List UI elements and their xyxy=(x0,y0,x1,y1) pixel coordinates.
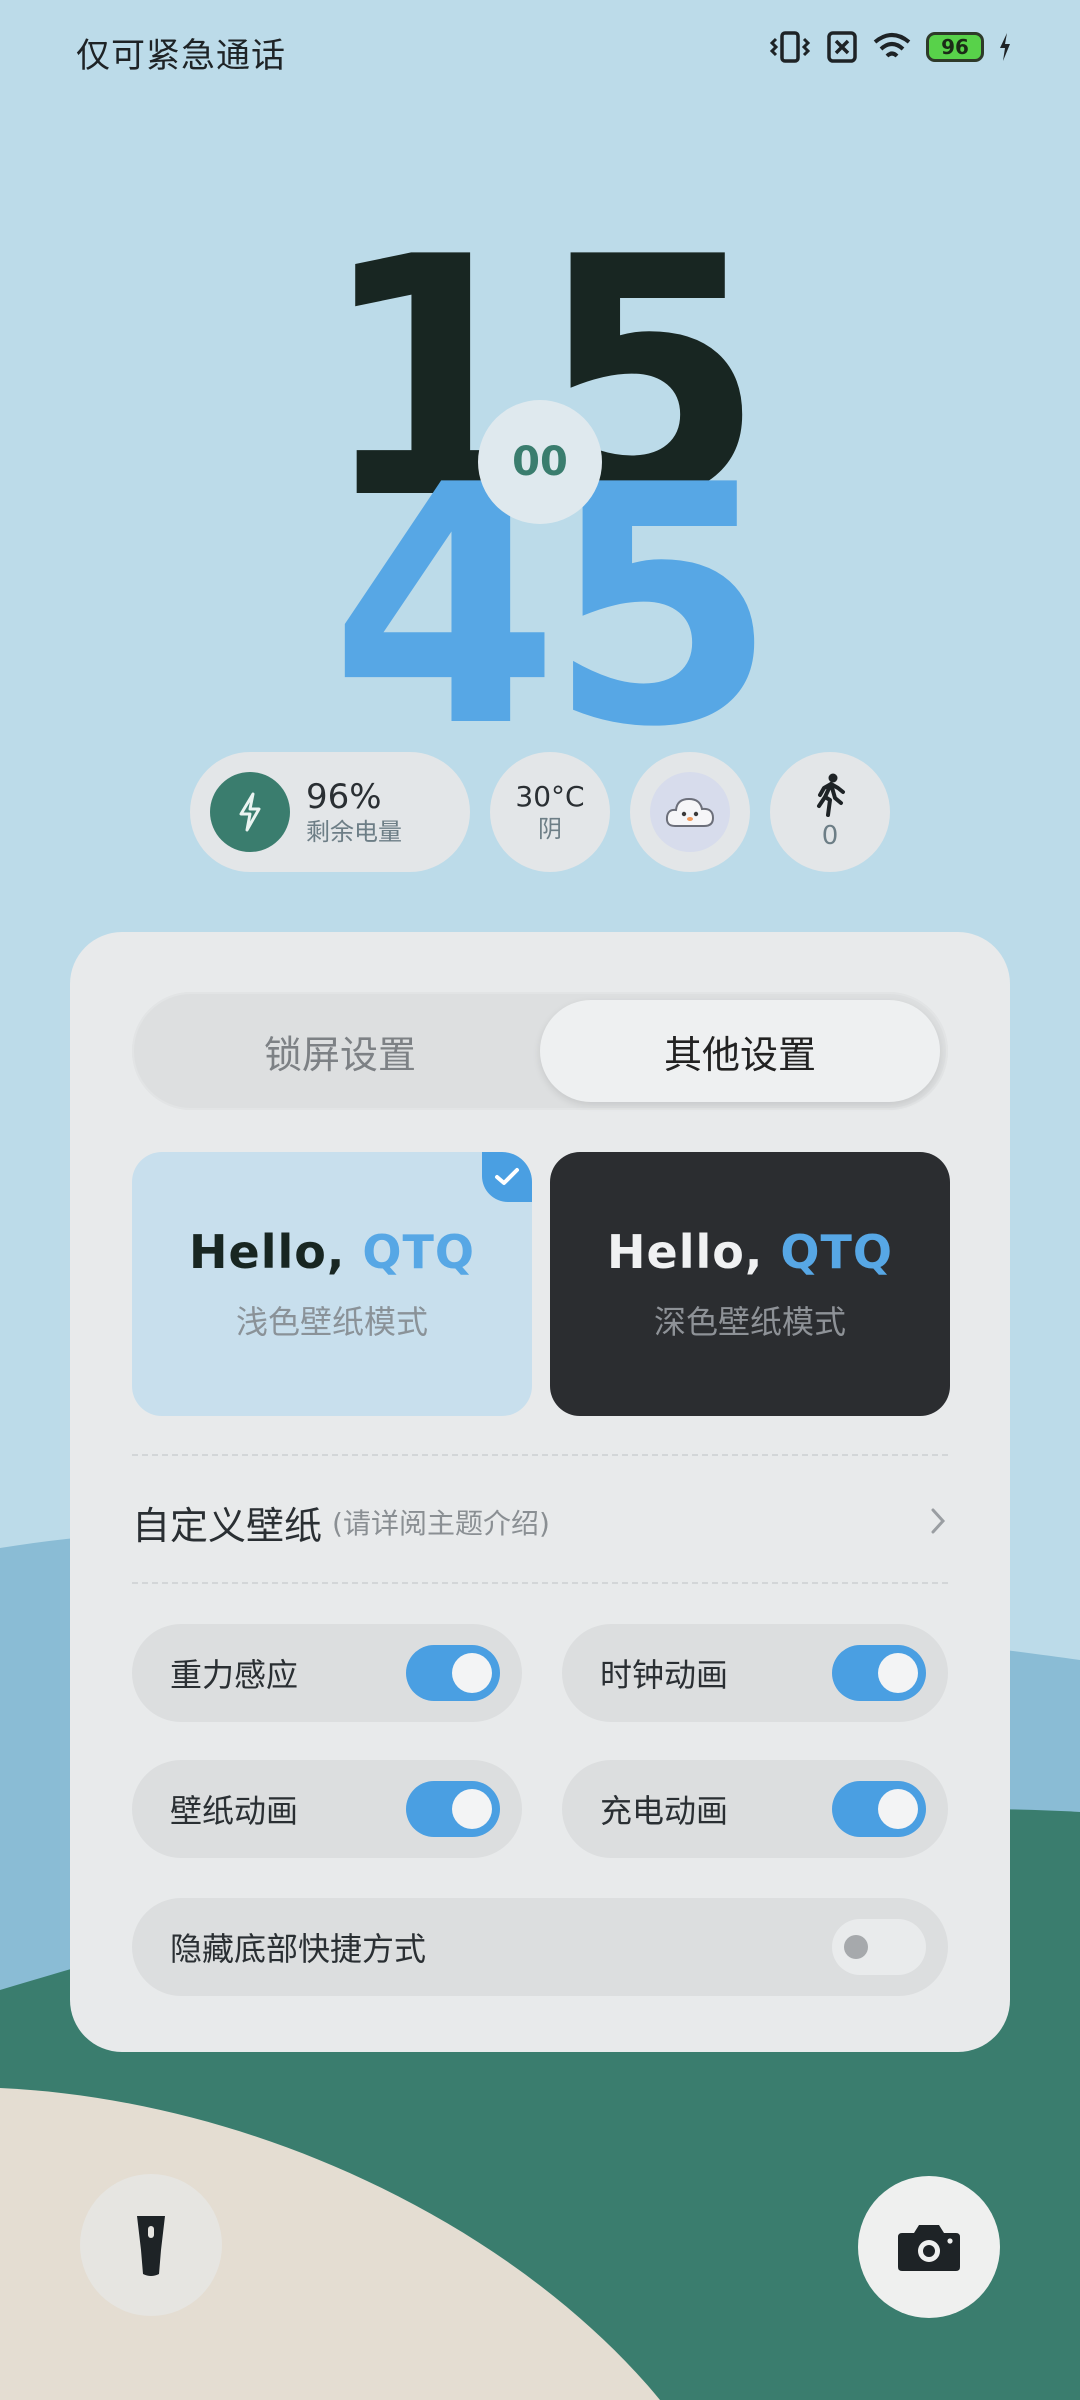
clock-animation-switch[interactable] xyxy=(832,1645,926,1701)
lockscreen-clock: 15 45 00 xyxy=(0,0,1080,772)
camera-icon xyxy=(898,2225,960,2271)
flashlight-icon xyxy=(137,2216,165,2276)
toggle-charging-animation: 充电动画 xyxy=(562,1760,948,1858)
light-wallpaper-mode-option[interactable]: Hello, QTQ 浅色壁纸模式 xyxy=(132,1152,532,1416)
gravity-sensor-switch[interactable] xyxy=(406,1645,500,1701)
battery-level-text: 96 xyxy=(941,35,969,59)
tab-other-settings[interactable]: 其他设置 xyxy=(540,1000,940,1102)
mascot-widget[interactable] xyxy=(630,752,750,872)
flashlight-button[interactable] xyxy=(80,2174,222,2316)
steps-count: 0 xyxy=(821,821,839,851)
status-icons: 96 xyxy=(768,30,1012,64)
battery-icon: 96 xyxy=(926,32,984,62)
walking-icon xyxy=(817,773,845,817)
battery-percent: 96% xyxy=(306,777,382,817)
battery-label: 剩余电量 xyxy=(306,818,402,846)
wifi-icon xyxy=(873,33,911,58)
toggle-label: 时钟动画 xyxy=(600,1656,729,1694)
charging-bolt-icon xyxy=(210,772,290,852)
charging-bolt-icon xyxy=(1000,33,1010,61)
status-bar: 仅可紧急通话 96 xyxy=(0,0,1080,104)
toggle-label: 隐藏底部快捷方式 xyxy=(170,1930,427,1968)
toggle-wallpaper-animation: 壁纸动画 xyxy=(132,1760,522,1858)
toggle-label: 充电动画 xyxy=(600,1792,729,1830)
no-sim-icon xyxy=(827,31,857,63)
weather-temperature: 30°C xyxy=(515,780,585,813)
custom-wallpaper-hint: (请详阅主题介绍) xyxy=(332,1507,550,1540)
tab-lockscreen-settings[interactable]: 锁屏设置 xyxy=(140,1000,540,1102)
battery-widget[interactable]: 96% 剩余电量 xyxy=(190,752,470,872)
dark-wallpaper-mode-option[interactable]: Hello, QTQ 深色壁纸模式 xyxy=(550,1152,950,1416)
mode-label: 深色壁纸模式 xyxy=(653,1303,846,1341)
wallpaper-animation-switch[interactable] xyxy=(406,1781,500,1837)
toggle-label: 壁纸动画 xyxy=(170,1792,299,1830)
widget-row: 96% 剩余电量 30°C 阴 0 xyxy=(0,752,1080,872)
divider xyxy=(132,1454,948,1456)
vibrate-icon xyxy=(769,31,811,63)
toggle-hide-bottom-shortcuts: 隐藏底部快捷方式 xyxy=(132,1898,948,1996)
charging-animation-switch[interactable] xyxy=(832,1781,926,1837)
clock-seconds: 00 xyxy=(478,400,602,524)
weather-widget[interactable]: 30°C 阴 xyxy=(490,752,610,872)
camera-button[interactable] xyxy=(858,2176,1000,2318)
cloud-mascot-icon xyxy=(665,797,715,827)
settings-panel: 锁屏设置 其他设置 Hello, QTQ 浅色壁纸模式 Hello, QTQ 深… xyxy=(70,932,1010,2052)
hello-text: Hello, QTQ xyxy=(189,1225,475,1279)
selected-check-icon xyxy=(482,1152,532,1202)
mode-label: 浅色壁纸模式 xyxy=(235,1303,428,1341)
carrier-text: 仅可紧急通话 xyxy=(76,36,286,76)
toggle-label: 重力感应 xyxy=(170,1656,299,1694)
hide-shortcuts-switch[interactable] xyxy=(832,1919,926,1975)
divider xyxy=(132,1582,948,1584)
chevron-right-icon xyxy=(931,1508,946,1534)
hello-text: Hello, QTQ xyxy=(607,1225,893,1279)
custom-wallpaper-row[interactable]: 自定义壁纸 (请详阅主题介绍) xyxy=(132,1487,948,1557)
settings-tabs: 锁屏设置 其他设置 xyxy=(132,992,948,1110)
toggle-gravity-sensor: 重力感应 xyxy=(132,1624,522,1722)
steps-widget[interactable]: 0 xyxy=(770,752,890,872)
weather-condition: 阴 xyxy=(538,815,562,843)
toggle-clock-animation: 时钟动画 xyxy=(562,1624,948,1722)
custom-wallpaper-title: 自定义壁纸 xyxy=(132,1503,323,1548)
